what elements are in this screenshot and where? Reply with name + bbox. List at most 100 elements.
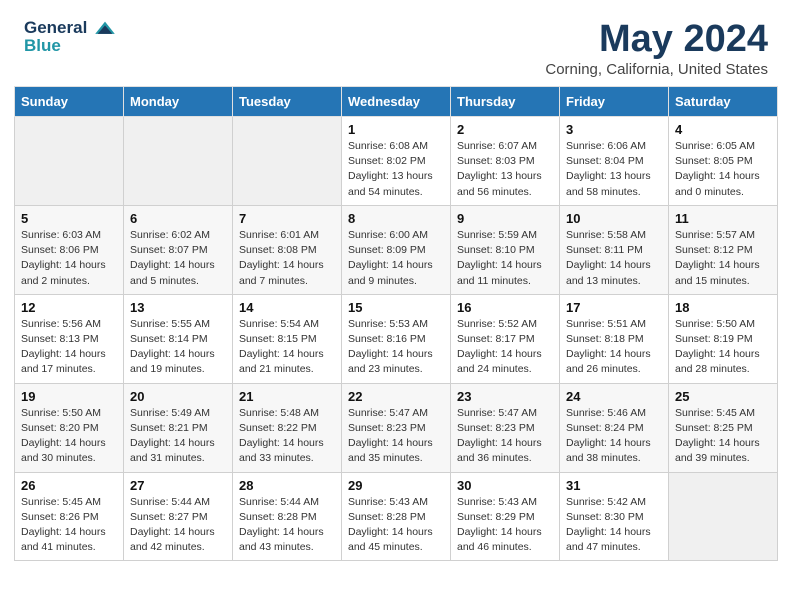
calendar-cell: 8Sunrise: 6:00 AM Sunset: 8:09 PM Daylig… bbox=[342, 205, 451, 294]
day-number: 13 bbox=[130, 300, 226, 315]
day-number: 27 bbox=[130, 478, 226, 493]
day-detail: Sunrise: 5:43 AM Sunset: 8:29 PM Dayligh… bbox=[457, 495, 553, 556]
day-number: 10 bbox=[566, 211, 662, 226]
day-number: 24 bbox=[566, 389, 662, 404]
day-number: 18 bbox=[675, 300, 771, 315]
day-number: 19 bbox=[21, 389, 117, 404]
calendar-cell: 19 Sunrise: 5:50 AM Sunset: 8:20 PM Dayli… bbox=[15, 383, 124, 472]
day-detail: Sunrise: 5:46 AM Sunset: 8:24 PM Dayligh… bbox=[566, 406, 662, 467]
day-number: 1 bbox=[348, 122, 444, 137]
day-detail: Sunrise: 5:59 AM Sunset: 8:10 PM Dayligh… bbox=[457, 228, 553, 289]
day-header-friday: Friday bbox=[560, 87, 669, 117]
day-number: 23 bbox=[457, 389, 553, 404]
day-detail: Sunrise: 6:01 AM Sunset: 8:08 PM Dayligh… bbox=[239, 228, 335, 289]
calendar-cell: 24 Sunrise: 5:46 AM Sunset: 8:24 PM Dayli… bbox=[560, 383, 669, 472]
calendar-header-row: SundayMondayTuesdayWednesdayThursdayFrid… bbox=[15, 87, 778, 117]
calendar-cell: 11Sunrise: 5:57 AM Sunset: 8:12 PM Dayli… bbox=[669, 205, 778, 294]
calendar-cell: 20 Sunrise: 5:49 AM Sunset: 8:21 PM Dayli… bbox=[124, 383, 233, 472]
calendar-cell: 5 Sunrise: 6:03 AM Sunset: 8:06 PM Daylig… bbox=[15, 205, 124, 294]
day-detail: Sunrise: 5:42 AM Sunset: 8:30 PM Dayligh… bbox=[566, 495, 662, 556]
day-detail: Sunrise: 6:06 AM Sunset: 8:04 PM Dayligh… bbox=[566, 139, 662, 200]
day-detail: Sunrise: 5:52 AM Sunset: 8:17 PM Dayligh… bbox=[457, 317, 553, 378]
calendar-cell: 26 Sunrise: 5:45 AM Sunset: 8:26 PM Dayli… bbox=[15, 472, 124, 561]
day-detail: Sunrise: 6:03 AM Sunset: 8:06 PM Dayligh… bbox=[21, 228, 117, 289]
month-title: May 2024 bbox=[545, 18, 768, 61]
day-number: 20 bbox=[130, 389, 226, 404]
calendar-table: SundayMondayTuesdayWednesdayThursdayFrid… bbox=[14, 86, 778, 561]
day-detail: Sunrise: 5:43 AM Sunset: 8:28 PM Dayligh… bbox=[348, 495, 444, 556]
calendar-week-1: 1 Sunrise: 6:08 AM Sunset: 8:02 PM Daylig… bbox=[15, 117, 778, 206]
day-detail: Sunrise: 5:47 AM Sunset: 8:23 PM Dayligh… bbox=[348, 406, 444, 467]
day-number: 22 bbox=[348, 389, 444, 404]
calendar-cell: 2 Sunrise: 6:07 AM Sunset: 8:03 PM Daylig… bbox=[451, 117, 560, 206]
day-number: 16 bbox=[457, 300, 553, 315]
day-detail: Sunrise: 5:50 AM Sunset: 8:19 PM Dayligh… bbox=[675, 317, 771, 378]
day-header-wednesday: Wednesday bbox=[342, 87, 451, 117]
day-header-thursday: Thursday bbox=[451, 87, 560, 117]
calendar-cell: 6 Sunrise: 6:02 AM Sunset: 8:07 PM Daylig… bbox=[124, 205, 233, 294]
calendar-cell: 31 Sunrise: 5:42 AM Sunset: 8:30 PM Dayli… bbox=[560, 472, 669, 561]
calendar-cell: 13Sunrise: 5:55 AM Sunset: 8:14 PM Dayli… bbox=[124, 294, 233, 383]
page-header: General Blue May 2024 Corning, Californi… bbox=[0, 0, 792, 86]
day-detail: Sunrise: 5:53 AM Sunset: 8:16 PM Dayligh… bbox=[348, 317, 444, 378]
day-number: 21 bbox=[239, 389, 335, 404]
day-detail: Sunrise: 5:44 AM Sunset: 8:28 PM Dayligh… bbox=[239, 495, 335, 556]
calendar-cell: 16 Sunrise: 5:52 AM Sunset: 8:17 PM Dayli… bbox=[451, 294, 560, 383]
calendar-cell: 23 Sunrise: 5:47 AM Sunset: 8:23 PM Dayli… bbox=[451, 383, 560, 472]
calendar-cell bbox=[233, 117, 342, 206]
day-number: 2 bbox=[457, 122, 553, 137]
calendar-cell: 25 Sunrise: 5:45 AM Sunset: 8:25 PM Dayli… bbox=[669, 383, 778, 472]
day-header-sunday: Sunday bbox=[15, 87, 124, 117]
day-number: 26 bbox=[21, 478, 117, 493]
day-detail: Sunrise: 5:50 AM Sunset: 8:20 PM Dayligh… bbox=[21, 406, 117, 467]
day-detail: Sunrise: 5:54 AM Sunset: 8:15 PM Dayligh… bbox=[239, 317, 335, 378]
day-detail: Sunrise: 5:56 AM Sunset: 8:13 PM Dayligh… bbox=[21, 317, 117, 378]
day-number: 12 bbox=[21, 300, 117, 315]
day-detail: Sunrise: 5:45 AM Sunset: 8:25 PM Dayligh… bbox=[675, 406, 771, 467]
calendar-cell: 9 Sunrise: 5:59 AM Sunset: 8:10 PM Daylig… bbox=[451, 205, 560, 294]
calendar-cell: 7 Sunrise: 6:01 AM Sunset: 8:08 PM Daylig… bbox=[233, 205, 342, 294]
day-number: 3 bbox=[566, 122, 662, 137]
day-number: 5 bbox=[21, 211, 117, 226]
calendar-cell: 17Sunrise: 5:51 AM Sunset: 8:18 PM Dayli… bbox=[560, 294, 669, 383]
day-number: 28 bbox=[239, 478, 335, 493]
day-number: 25 bbox=[675, 389, 771, 404]
title-block: May 2024 Corning, California, United Sta… bbox=[545, 18, 768, 78]
calendar-cell: 15 Sunrise: 5:53 AM Sunset: 8:16 PM Dayli… bbox=[342, 294, 451, 383]
calendar-wrapper: SundayMondayTuesdayWednesdayThursdayFrid… bbox=[0, 86, 792, 575]
day-number: 15 bbox=[348, 300, 444, 315]
day-number: 29 bbox=[348, 478, 444, 493]
calendar-cell: 30Sunrise: 5:43 AM Sunset: 8:29 PM Dayli… bbox=[451, 472, 560, 561]
calendar-cell: 18 Sunrise: 5:50 AM Sunset: 8:19 PM Dayli… bbox=[669, 294, 778, 383]
day-detail: Sunrise: 5:49 AM Sunset: 8:21 PM Dayligh… bbox=[130, 406, 226, 467]
logo-subtext: Blue bbox=[24, 36, 116, 56]
calendar-cell: 3 Sunrise: 6:06 AM Sunset: 8:04 PM Daylig… bbox=[560, 117, 669, 206]
calendar-week-2: 5 Sunrise: 6:03 AM Sunset: 8:06 PM Daylig… bbox=[15, 205, 778, 294]
day-detail: Sunrise: 5:47 AM Sunset: 8:23 PM Dayligh… bbox=[457, 406, 553, 467]
calendar-week-5: 26 Sunrise: 5:45 AM Sunset: 8:26 PM Dayli… bbox=[15, 472, 778, 561]
calendar-cell bbox=[15, 117, 124, 206]
day-number: 17 bbox=[566, 300, 662, 315]
day-number: 14 bbox=[239, 300, 335, 315]
calendar-cell: 29 Sunrise: 5:43 AM Sunset: 8:28 PM Dayli… bbox=[342, 472, 451, 561]
calendar-cell: 28 Sunrise: 5:44 AM Sunset: 8:28 PM Dayli… bbox=[233, 472, 342, 561]
day-detail: Sunrise: 6:07 AM Sunset: 8:03 PM Dayligh… bbox=[457, 139, 553, 200]
day-detail: Sunrise: 5:45 AM Sunset: 8:26 PM Dayligh… bbox=[21, 495, 117, 556]
calendar-cell: 4 Sunrise: 6:05 AM Sunset: 8:05 PM Daylig… bbox=[669, 117, 778, 206]
day-detail: Sunrise: 6:05 AM Sunset: 8:05 PM Dayligh… bbox=[675, 139, 771, 200]
day-number: 6 bbox=[130, 211, 226, 226]
calendar-cell: 10Sunrise: 5:58 AM Sunset: 8:11 PM Dayli… bbox=[560, 205, 669, 294]
day-number: 31 bbox=[566, 478, 662, 493]
day-header-saturday: Saturday bbox=[669, 87, 778, 117]
day-number: 4 bbox=[675, 122, 771, 137]
day-number: 9 bbox=[457, 211, 553, 226]
calendar-week-3: 12 Sunrise: 5:56 AM Sunset: 8:13 PM Dayli… bbox=[15, 294, 778, 383]
logo: General Blue bbox=[24, 18, 116, 55]
calendar-body: 1 Sunrise: 6:08 AM Sunset: 8:02 PM Daylig… bbox=[15, 117, 778, 561]
calendar-cell: 27Sunrise: 5:44 AM Sunset: 8:27 PM Dayli… bbox=[124, 472, 233, 561]
day-number: 7 bbox=[239, 211, 335, 226]
location: Corning, California, United States bbox=[545, 61, 768, 78]
day-detail: Sunrise: 6:08 AM Sunset: 8:02 PM Dayligh… bbox=[348, 139, 444, 200]
day-detail: Sunrise: 6:02 AM Sunset: 8:07 PM Dayligh… bbox=[130, 228, 226, 289]
calendar-cell: 12 Sunrise: 5:56 AM Sunset: 8:13 PM Dayli… bbox=[15, 294, 124, 383]
